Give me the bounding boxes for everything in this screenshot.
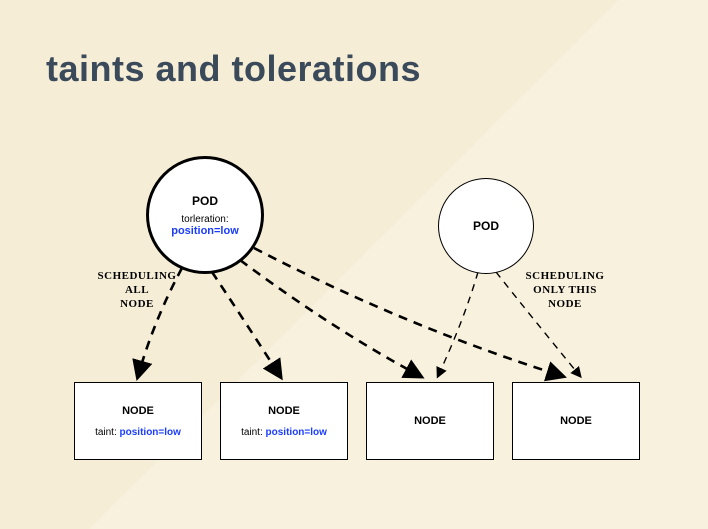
pod-left-value: position=low bbox=[171, 225, 239, 237]
node-3-label: NODE bbox=[414, 415, 446, 427]
node-4-label: NODE bbox=[560, 415, 592, 427]
pod-left-sublabel: torleration: bbox=[181, 214, 228, 225]
pod-right-label: POD bbox=[473, 219, 499, 233]
pod-right: POD bbox=[438, 178, 534, 274]
node-1-taint: taint: position=low bbox=[95, 427, 181, 438]
node-2-taint: taint: position=low bbox=[241, 427, 327, 438]
diagram-container: POD torleration: position=low POD SCHEDU… bbox=[64, 150, 644, 490]
node-1-taint-label: taint: bbox=[95, 427, 119, 438]
node-2-taint-value: position=low bbox=[266, 427, 327, 438]
annotation-right: SCHEDULINGONLY THISNODE bbox=[520, 270, 610, 311]
node-1-label: NODE bbox=[122, 405, 154, 417]
node-1: NODE taint: position=low bbox=[74, 382, 202, 460]
node-2: NODE taint: position=low bbox=[220, 382, 348, 460]
node-3: NODE bbox=[366, 382, 494, 460]
annotation-left: SCHEDULINGALLNODE bbox=[92, 270, 182, 311]
node-2-taint-label: taint: bbox=[241, 427, 265, 438]
node-2-label: NODE bbox=[268, 405, 300, 417]
page-title: taints and tolerations bbox=[46, 48, 421, 90]
node-1-taint-value: position=low bbox=[120, 427, 181, 438]
node-4: NODE bbox=[512, 382, 640, 460]
pod-left: POD torleration: position=low bbox=[146, 156, 264, 274]
pod-left-label: POD bbox=[192, 194, 218, 208]
